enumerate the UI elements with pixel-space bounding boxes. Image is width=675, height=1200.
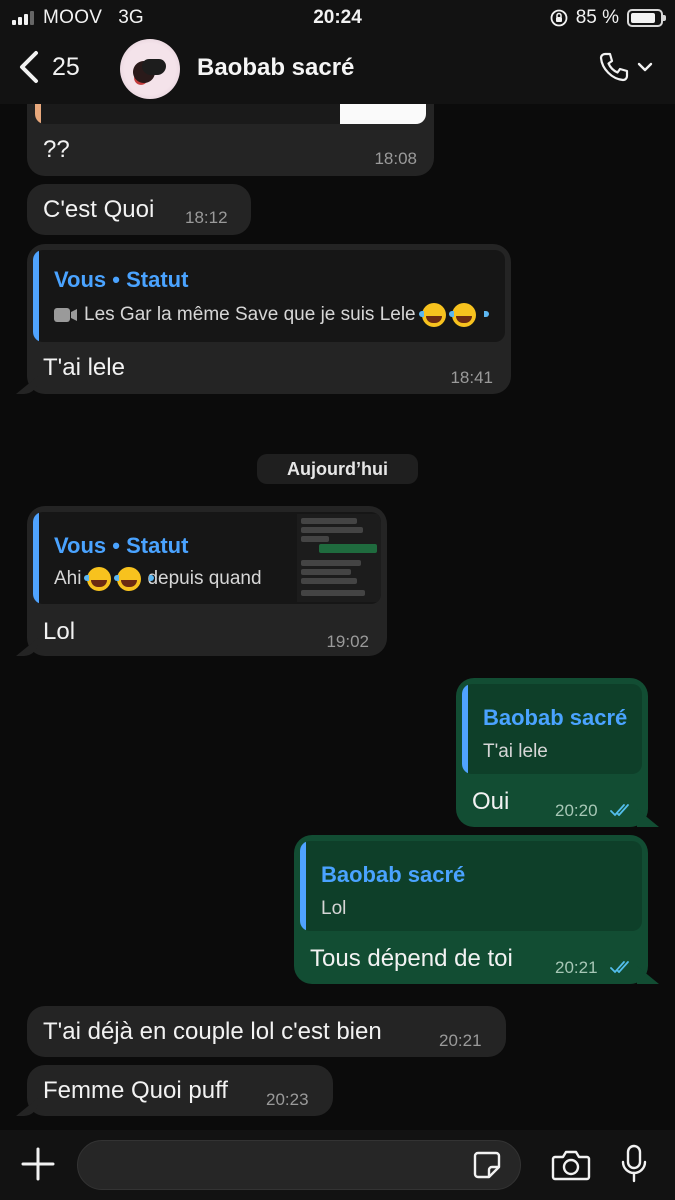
quote-author: Vous • Statut: [54, 533, 189, 558]
tears-of-joy-emoji: [114, 567, 155, 591]
message-bubble-incoming[interactable]: C'est Quoi 18:12: [27, 184, 251, 235]
read-receipt-icon: [610, 961, 629, 974]
message-time: 18:08: [374, 149, 417, 168]
message-text: Tous dépend de toi: [310, 945, 513, 972]
tears-of-joy-emoji: [418, 303, 459, 327]
microphone-icon[interactable]: [620, 1144, 648, 1184]
message-bubble-outgoing[interactable]: Baobab sacré Lol Tous dépend de toi 20:2…: [294, 835, 648, 984]
chevron-left-icon: [20, 51, 38, 83]
sticker-icon[interactable]: [472, 1150, 502, 1180]
quote-text-row: Ahi depuis quand: [54, 567, 262, 591]
quote-text: Les Gar la même Save que je suis Lele: [84, 304, 416, 325]
message-list[interactable]: ?? 18:08 C'est Quoi 18:12 Vous • Statut …: [0, 104, 675, 1130]
message-time: 18:41: [450, 368, 493, 387]
unread-count: 25: [52, 52, 80, 81]
message-text: ??: [43, 136, 70, 163]
phone-icon: [599, 52, 629, 82]
media-thumbnail-partial: [340, 104, 426, 124]
read-receipt-icon: [610, 804, 629, 817]
quoted-status[interactable]: Vous • Statut Ahi depuis quand: [33, 512, 381, 604]
message-time: 20:20: [555, 801, 598, 820]
chat-header: 25 Baobab sacré: [0, 36, 675, 104]
message-bubble-incoming[interactable]: Vous • Statut Les Gar la même Save que j…: [27, 244, 511, 394]
back-button[interactable]: 25: [18, 50, 80, 84]
quote-author: Vous • Statut: [54, 267, 189, 292]
chevron-down-icon: [637, 62, 653, 72]
media-preview-partial: [35, 104, 426, 124]
message-text: Lol: [43, 618, 76, 645]
contact-avatar[interactable]: [120, 39, 180, 99]
orientation-lock-icon: [550, 9, 568, 27]
quote-accent-bar: [33, 250, 39, 342]
video-camera-icon: [54, 308, 77, 322]
message-time: 18:12: [185, 208, 228, 227]
quote-text-row: Les Gar la même Save que je suis Lele: [54, 303, 489, 327]
date-separator: Aujourd’hui: [257, 454, 418, 484]
quote-text: Lol: [321, 898, 347, 919]
quoted-status[interactable]: Vous • Statut Les Gar la même Save que j…: [33, 250, 505, 342]
contact-name[interactable]: Baobab sacré: [197, 54, 354, 82]
quote-author: Baobab sacré: [483, 705, 628, 730]
plus-icon[interactable]: [20, 1146, 56, 1182]
quote-accent-bar: [33, 512, 39, 604]
message-time: 20:21: [439, 1031, 482, 1050]
quote-accent-bar: [300, 841, 306, 931]
battery-percent: 85 %: [575, 7, 619, 28]
message-input[interactable]: [77, 1140, 521, 1190]
quoted-message[interactable]: Baobab sacré Lol: [300, 841, 642, 931]
call-button[interactable]: [597, 50, 653, 84]
camera-icon[interactable]: [551, 1148, 591, 1182]
quote-accent-bar: [462, 684, 468, 774]
tears-of-joy-emoji: [448, 303, 489, 327]
message-text: T'ai déjà en couple lol c'est bien: [43, 1018, 382, 1045]
message-time: 19:02: [326, 632, 369, 651]
status-right: 85 %: [550, 7, 666, 29]
quote-text: T'ai lele: [483, 741, 548, 762]
message-bubble-incoming[interactable]: Femme Quoi puff 20:23: [27, 1065, 333, 1116]
status-screenshot-thumbnail: [297, 514, 381, 602]
battery-icon: [627, 9, 666, 27]
battery-fill: [631, 13, 655, 23]
quote-author: Baobab sacré: [321, 862, 466, 887]
message-time: 20:21: [555, 958, 598, 977]
message-bubble-outgoing[interactable]: Baobab sacré T'ai lele Oui 20:20: [456, 678, 648, 827]
quote-accent-bar: [35, 104, 41, 124]
message-bubble-incoming[interactable]: T'ai déjà en couple lol c'est bien 20:21: [27, 1006, 506, 1057]
tears-of-joy-emoji: [84, 567, 125, 591]
composer-bar: [0, 1130, 675, 1200]
message-text: Femme Quoi puff: [43, 1077, 228, 1104]
message-bubble-incoming[interactable]: ?? 18:08: [27, 104, 434, 176]
quoted-message[interactable]: Baobab sacré T'ai lele: [462, 684, 642, 774]
quote-text-end: depuis quand: [147, 568, 262, 589]
message-text: T'ai lele: [43, 354, 125, 381]
quote-text-start: Ahi: [54, 568, 82, 589]
message-bubble-incoming[interactable]: Vous • Statut Ahi depuis quand Lol 19:02: [27, 506, 387, 656]
message-text: C'est Quoi: [43, 196, 155, 223]
message-time: 20:23: [266, 1090, 309, 1109]
status-bar: MOOV 3G 20:24 85 %: [0, 0, 675, 36]
message-text: Oui: [472, 788, 510, 815]
